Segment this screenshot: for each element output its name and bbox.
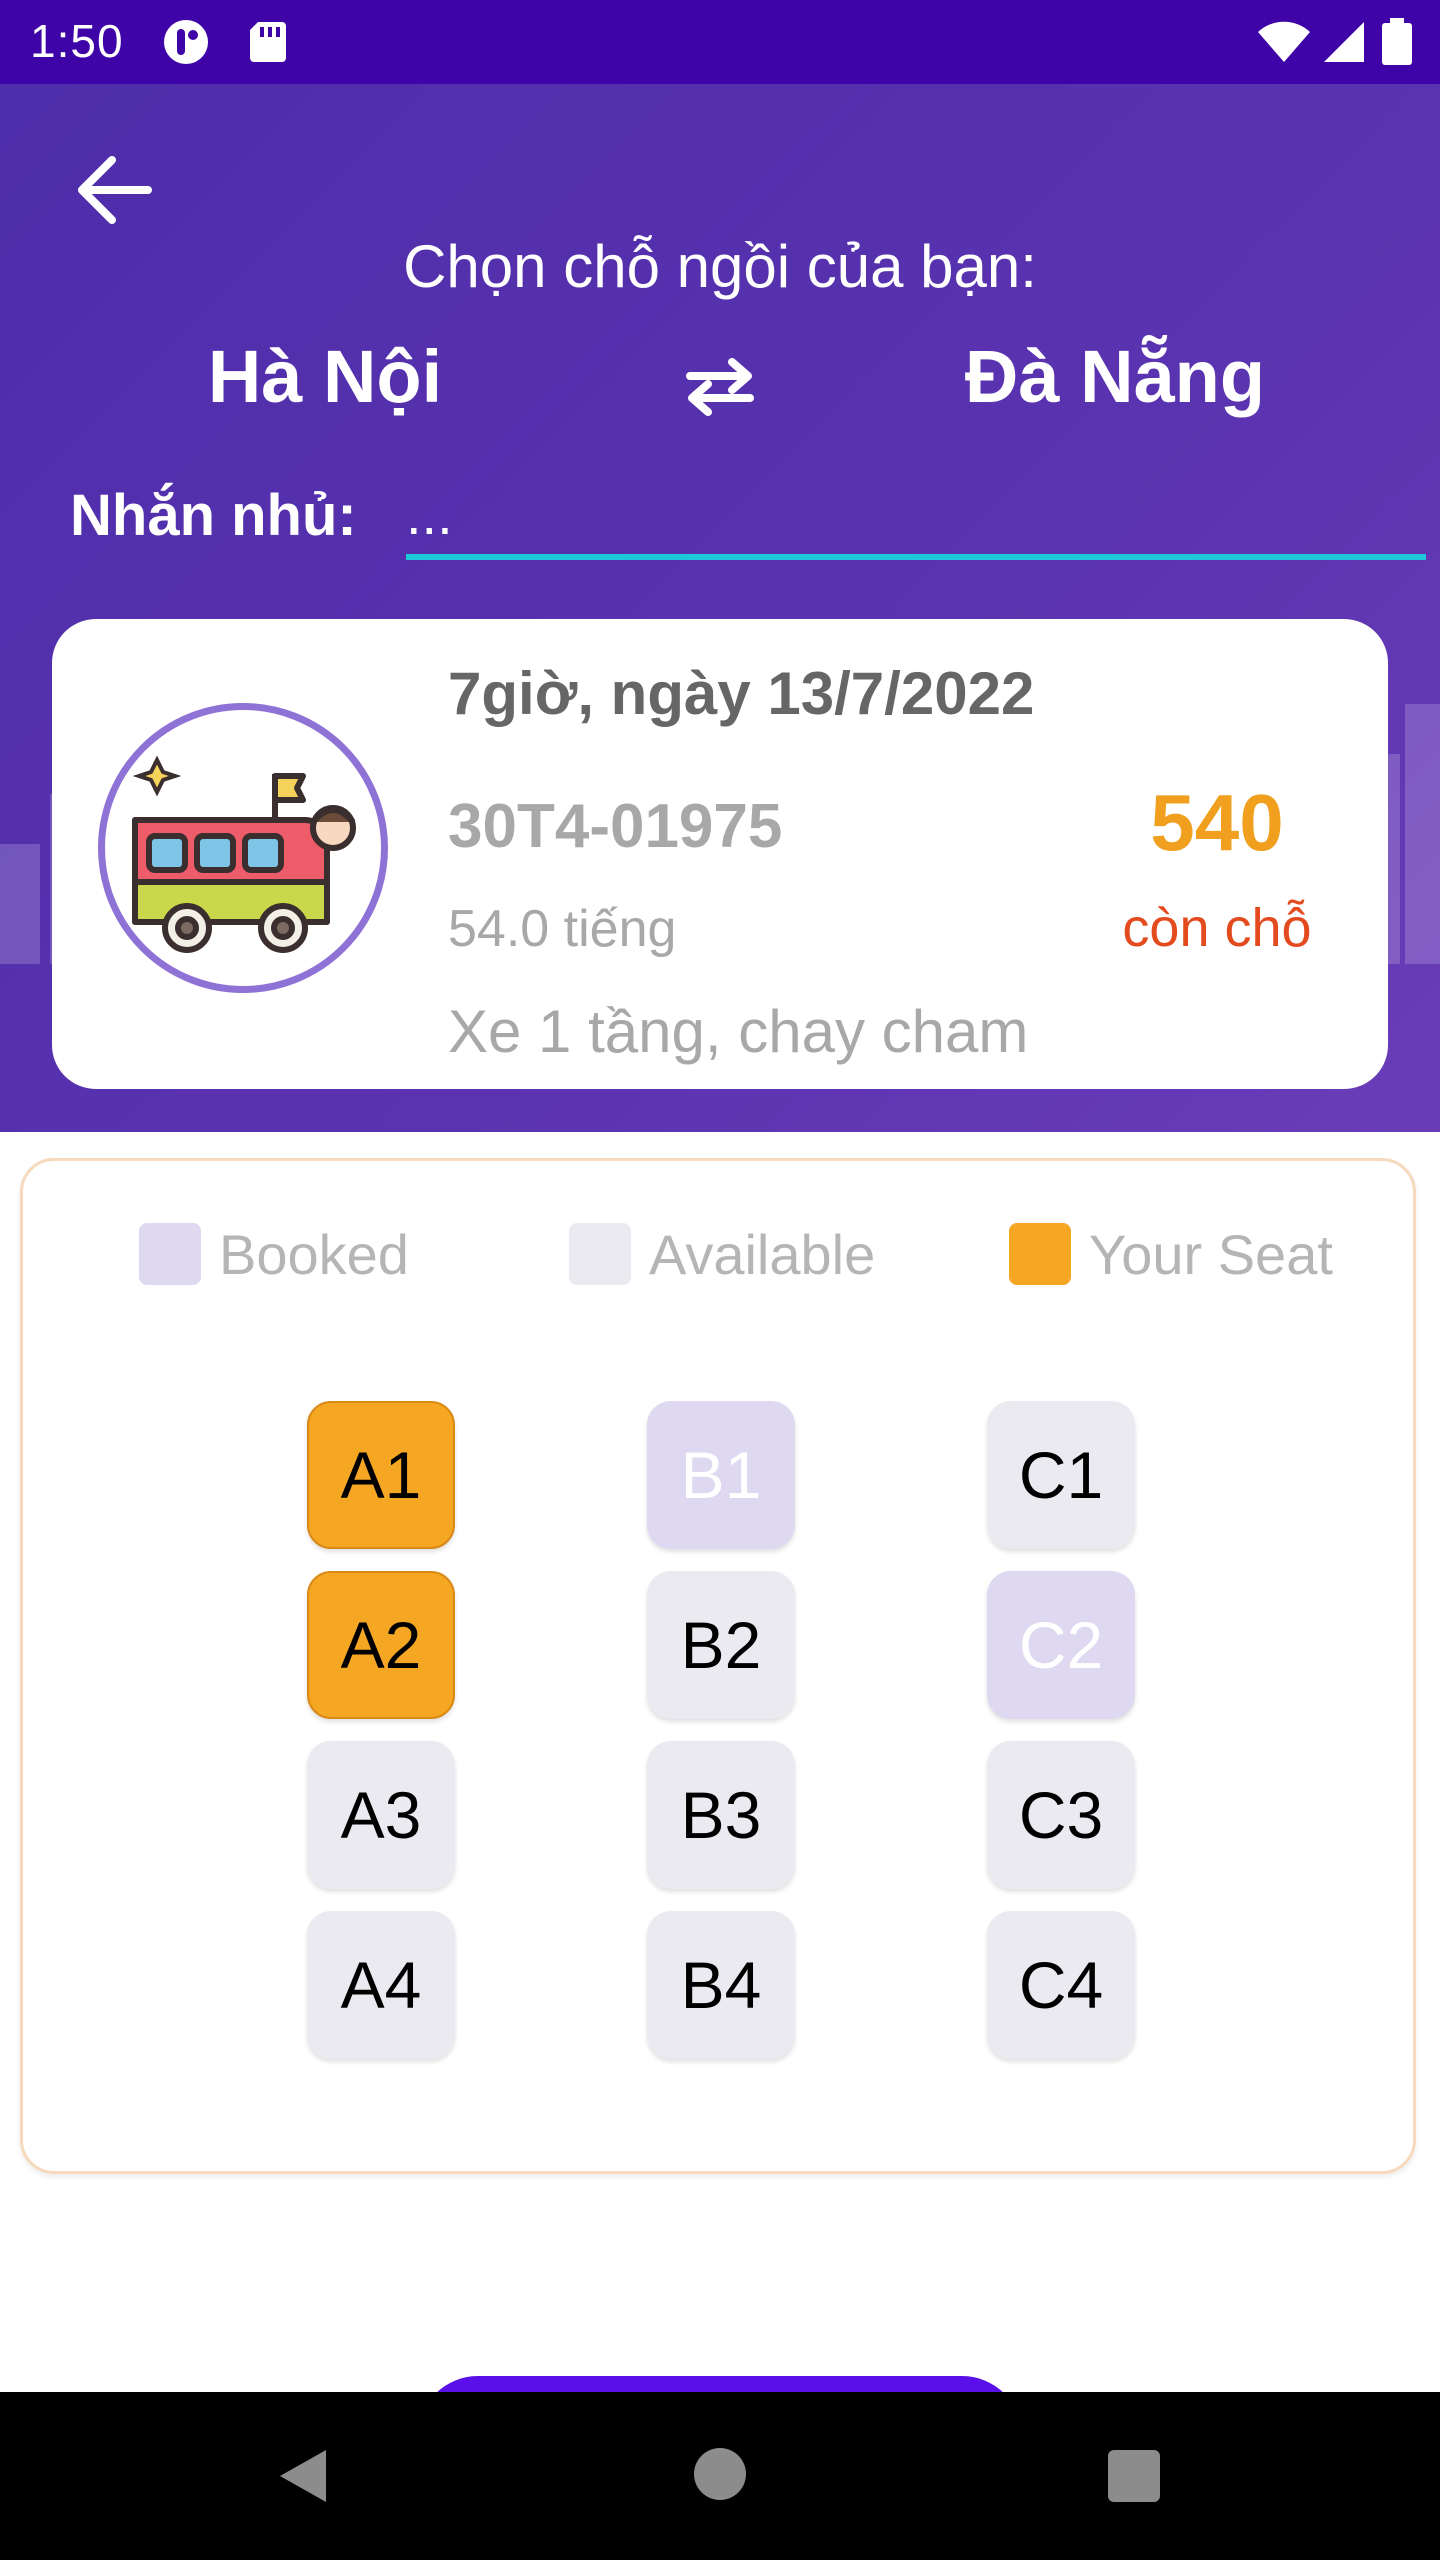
battery-icon [1382,18,1412,65]
legend-available-swatch [569,1223,631,1285]
seat-button[interactable]: B3 [647,1741,795,1889]
trip-duration: 54.0 tiếng [448,900,677,958]
legend-your-seat-label: Your Seat [1089,1222,1333,1286]
seats-left-count: 540 [1150,778,1284,867]
nav-recents-icon[interactable] [1108,2450,1160,2502]
header: Chọn chỗ ngồi của bạn: Hà Nội Đà Nẵng Nh… [0,84,1440,1132]
seat-button[interactable]: C1 [987,1401,1135,1549]
back-arrow-icon[interactable] [62,138,166,242]
wifi-icon [1258,21,1310,62]
seat-button[interactable]: A3 [307,1741,455,1889]
bus-illustration-icon [132,755,356,953]
legend-booked: Booked [139,1219,409,1289]
legend-your-seat-swatch [1009,1223,1071,1285]
cell-signal-icon [1324,22,1364,62]
status-bar: 1:50 [0,0,1440,84]
seat-button[interactable]: B1 [647,1401,795,1549]
legend-available-label: Available [649,1222,876,1286]
seat-button[interactable]: A4 [307,1911,455,2059]
bus-plate-number: 30T4-01975 [448,792,783,861]
page-title: Chọn chỗ ngồi của bạn: [403,233,1037,300]
status-time: 1:50 [30,15,124,67]
swap-arrows-icon[interactable] [680,346,760,426]
trip-info-card: 7giờ, ngày 13/7/2022 30T4-01975 54.0 tiế… [52,619,1388,1089]
route-origin: Hà Nội [207,335,443,418]
nav-back-icon[interactable] [272,2444,336,2508]
seats-left-label: còn chỗ [1122,898,1312,958]
seat-button[interactable]: C3 [987,1741,1135,1889]
nav-home-icon[interactable] [694,2448,746,2500]
seat-button[interactable]: A1 [307,1401,455,1549]
bus-description: Xe 1 tầng, chay cham [448,998,1029,1065]
legend-booked-swatch [139,1223,201,1285]
seat-button[interactable]: C4 [987,1911,1135,2059]
legend-your-seat: Your Seat [1009,1219,1333,1289]
app-notification-icon [164,20,208,64]
seat-button[interactable]: A2 [307,1571,455,1719]
legend-booked-label: Booked [219,1222,409,1286]
note-label: Nhắn nhủ: [70,483,357,548]
legend-available: Available [569,1219,875,1289]
seat-button[interactable]: B4 [647,1911,795,2059]
seat-button[interactable]: B2 [647,1571,795,1719]
note-input[interactable] [406,474,1426,560]
trip-datetime: 7giờ, ngày 13/7/2022 [448,660,1035,727]
seat-map-panel: Booked Available Your Seat A1 B1 C1 A2 B… [20,1158,1416,2174]
bus-avatar [98,703,388,993]
sd-card-icon [250,22,286,62]
route-destination: Đà Nẵng [964,335,1266,418]
system-navigation-bar [0,2392,1440,2560]
seat-button[interactable]: C2 [987,1571,1135,1719]
